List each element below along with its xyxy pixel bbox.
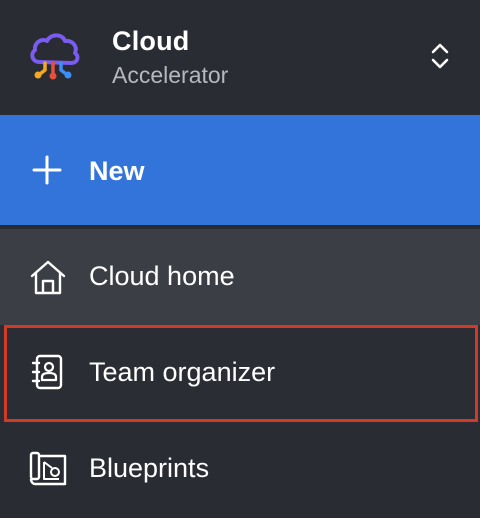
contact-book-icon bbox=[31, 354, 63, 390]
nav-item-team-organizer[interactable]: Team organizer bbox=[0, 325, 480, 422]
cloud-circuit-logo-icon bbox=[30, 33, 80, 80]
new-button-label: New bbox=[89, 156, 145, 186]
org-subtitle: Accelerator bbox=[112, 62, 229, 88]
nav-item-cloud-home[interactable]: Cloud home bbox=[0, 229, 480, 326]
app-header: Cloud Accelerator bbox=[0, 0, 480, 115]
home-icon bbox=[30, 260, 66, 295]
nav-item-label: Blueprints bbox=[89, 453, 210, 483]
org-name: Cloud bbox=[112, 26, 190, 56]
nav-item-blueprints[interactable]: Blueprints bbox=[0, 422, 480, 518]
chevron-up-down-icon[interactable] bbox=[428, 40, 452, 72]
new-button[interactable]: New bbox=[0, 115, 480, 227]
blueprint-icon bbox=[29, 451, 67, 486]
nav-item-label: Team organizer bbox=[89, 357, 276, 387]
nav-item-label: Cloud home bbox=[89, 261, 235, 291]
plus-icon bbox=[32, 155, 62, 185]
